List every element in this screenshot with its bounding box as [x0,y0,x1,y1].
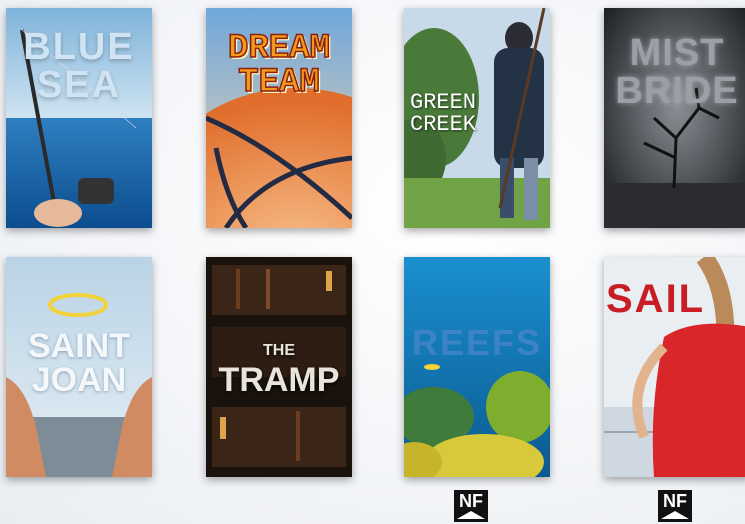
blue-sea-cover-art [6,8,152,228]
the-tramp-cover-art [206,257,352,477]
book-cover-blue-sea[interactable]: BLUE SEA [6,8,152,228]
sail-cover-art [604,257,745,477]
nonfiction-badge: NF [454,490,488,522]
book-cover-reefs[interactable]: REEFS [404,257,550,477]
reefs-cover-art [404,257,550,477]
dream-team-cover-art [206,8,352,228]
saint-joan-cover-art [6,257,152,477]
mist-bride-cover-art [604,8,745,228]
book-cover-saint-joan[interactable]: SAINT JOAN [6,257,152,477]
nonfiction-badge: NF [658,490,692,522]
open-book-icon [661,511,689,519]
book-cover-green-creek[interactable]: GREEN CREEK [404,8,550,228]
book-cover-mist-bride[interactable]: MIST BRIDE [604,8,745,228]
nonfiction-badge-label: NF [663,491,687,511]
nonfiction-badge-label: NF [459,491,483,511]
green-creek-cover-art [404,8,550,228]
book-cover-dream-team[interactable]: DREAM TEAM [206,8,352,228]
book-cover-sail[interactable]: SAIL [604,257,745,477]
open-book-icon [457,511,485,519]
book-cover-the-tramp[interactable]: THE TRAMP [206,257,352,477]
